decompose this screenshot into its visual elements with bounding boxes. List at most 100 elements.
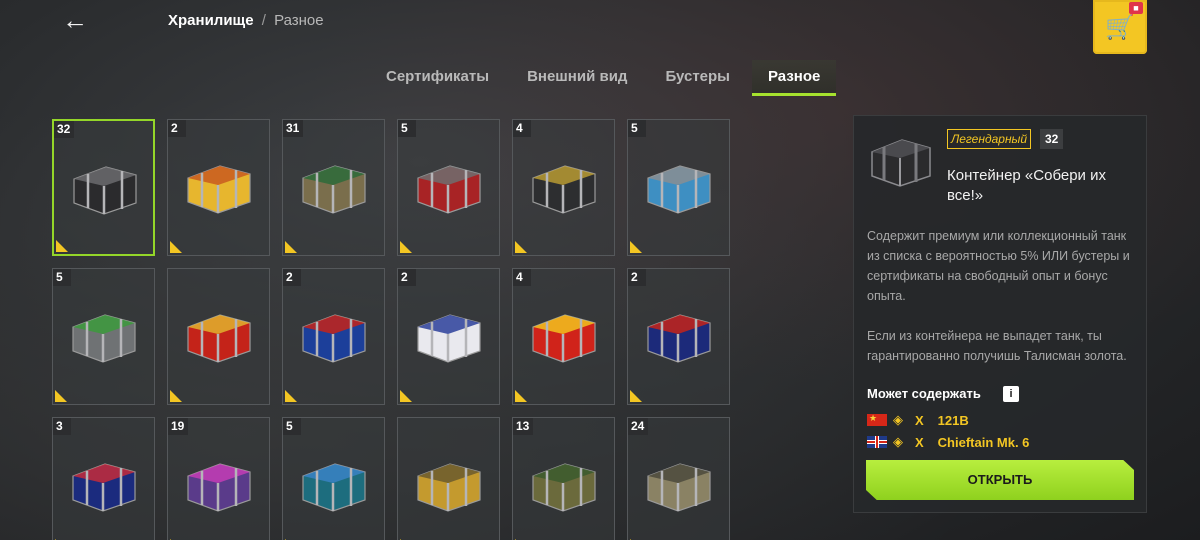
details-panel: Легендарный 32 Контейнер «Собери их все!… [853, 115, 1147, 513]
rarity-corner-icon [400, 241, 412, 253]
tier-label: X [915, 434, 924, 450]
rarity-corner-icon [170, 241, 182, 253]
item-count: 4 [513, 120, 531, 137]
container-image [647, 463, 711, 512]
container-item[interactable] [167, 268, 270, 405]
container-item[interactable]: 5 [282, 417, 385, 540]
item-count: 4 [513, 269, 531, 286]
container-item[interactable]: 3 [52, 417, 155, 540]
tab-boosters[interactable]: Бустеры [649, 60, 746, 96]
rarity-badge: Легендарный [947, 129, 1032, 149]
description-paragraph: Содержит премиум или коллекционный танк … [867, 229, 1130, 303]
container-item[interactable]: 5 [627, 119, 730, 256]
container-grid: 32 2 31 5 4 5 5 2 2 4 2 3 19 5 13 24 [52, 119, 730, 540]
rarity-corner-icon [285, 241, 297, 253]
back-button[interactable]: ← [62, 5, 94, 35]
tier-x-icon: ◈ [893, 412, 903, 427]
uk-flag-icon [867, 436, 887, 448]
container-image [72, 314, 136, 363]
item-count: 2 [168, 120, 186, 137]
owned-count: 32 [1040, 129, 1064, 149]
breadcrumb-current: Разное [274, 12, 324, 29]
info-icon[interactable]: i [1003, 386, 1019, 402]
item-count: 2 [628, 269, 646, 286]
loot-item: ◈ X Chieftain Mk. 6 [867, 434, 1029, 450]
container-item[interactable]: 13 [512, 417, 615, 540]
item-count: 2 [283, 269, 301, 286]
item-count: 5 [53, 269, 71, 286]
container-image [187, 314, 251, 363]
tab-misc[interactable]: Разное [752, 60, 837, 96]
container-item[interactable]: 5 [397, 119, 500, 256]
item-count: 24 [628, 418, 649, 435]
container-image [417, 314, 481, 363]
tab-certificates[interactable]: Сертификаты [370, 60, 505, 96]
breadcrumb: Хранилище / Разное [168, 12, 324, 29]
container-item[interactable]: 4 [512, 119, 615, 256]
rarity-corner-icon [400, 390, 412, 402]
gift-icon: ■ [1129, 2, 1143, 14]
tab-appearance[interactable]: Внешний вид [511, 60, 643, 96]
item-count: 31 [283, 120, 304, 137]
container-thumbnail [871, 139, 931, 187]
container-image [647, 314, 711, 363]
item-count: 32 [54, 121, 75, 138]
breadcrumb-main[interactable]: Хранилище [168, 12, 254, 29]
container-image [187, 165, 251, 214]
description-paragraph: Если из контейнера не выпадет танк, ты г… [867, 329, 1127, 363]
container-image [302, 314, 366, 363]
container-image [72, 463, 136, 512]
arrow-left-icon: ← [62, 5, 88, 35]
rarity-corner-icon [515, 241, 527, 253]
shopping-cart-icon: 🛒 [1105, 13, 1135, 41]
tab-bar: Сертификаты Внешний вид Бустеры Разное [370, 60, 842, 96]
container-item[interactable] [397, 417, 500, 540]
item-count: 19 [168, 418, 189, 435]
container-image [532, 314, 596, 363]
rarity-corner-icon [515, 390, 527, 402]
rarity-corner-icon [630, 241, 642, 253]
tank-name: Chieftain Mk. 6 [937, 434, 1030, 450]
shop-button[interactable]: 🛒 ■ [1093, 0, 1147, 54]
container-item[interactable]: 24 [627, 417, 730, 540]
item-count: 5 [283, 418, 301, 435]
container-item[interactable]: 2 [167, 119, 270, 256]
tier-label: X [915, 412, 924, 428]
tier-x-icon: ◈ [893, 434, 903, 449]
container-description: Содержит премиум или коллекционный танк … [867, 226, 1139, 366]
container-image [532, 463, 596, 512]
china-flag-icon [867, 414, 887, 426]
rarity-corner-icon [285, 390, 297, 402]
container-image [417, 463, 481, 512]
container-item[interactable]: 5 [52, 268, 155, 405]
item-count: 3 [53, 418, 71, 435]
container-item[interactable]: 19 [167, 417, 270, 540]
item-count: 2 [398, 269, 416, 286]
container-image [302, 463, 366, 512]
breadcrumb-separator: / [261, 12, 266, 29]
item-count: 5 [628, 120, 646, 137]
container-item[interactable]: 2 [627, 268, 730, 405]
item-count: 5 [398, 120, 416, 137]
container-item[interactable]: 31 [282, 119, 385, 256]
container-item[interactable]: 2 [397, 268, 500, 405]
rarity-corner-icon [630, 390, 642, 402]
tank-name: 121B [937, 412, 969, 428]
container-item[interactable]: 4 [512, 268, 615, 405]
container-image [417, 165, 481, 214]
container-image [73, 166, 137, 215]
container-title: Контейнер «Собери их все!» [947, 167, 1106, 204]
container-item[interactable]: 2 [282, 268, 385, 405]
container-item[interactable]: 32 [52, 119, 155, 256]
container-image [532, 165, 596, 214]
container-image [647, 165, 711, 214]
rarity-corner-icon [56, 240, 68, 252]
container-image [187, 463, 251, 512]
item-count: 13 [513, 418, 534, 435]
rarity-corner-icon [170, 390, 182, 402]
container-image [302, 165, 366, 214]
open-button[interactable]: ОТКРЫТЬ [866, 460, 1134, 500]
loot-item: ◈ X 121B [867, 412, 969, 428]
rarity-corner-icon [55, 390, 67, 402]
contains-heading: Может содержать [867, 386, 981, 401]
